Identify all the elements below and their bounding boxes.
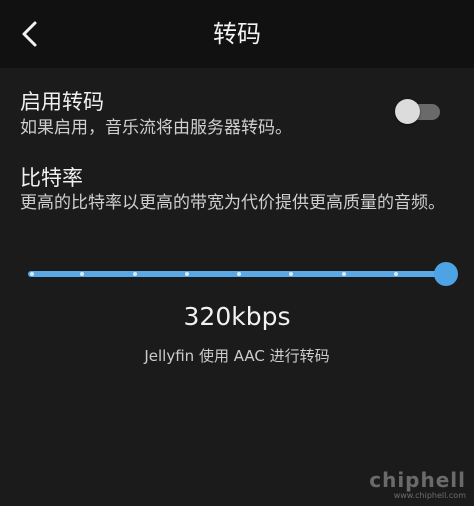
- slider-step-dot: [132, 272, 137, 276]
- slider-step-dot: [341, 272, 346, 276]
- slider-step-dot: [393, 272, 398, 276]
- transcode-setting-description: 如果启用，音乐流将由服务器转码。: [20, 118, 292, 138]
- page-title: 转码: [213, 20, 261, 48]
- watermark-url: www.chiphell.com: [393, 491, 466, 500]
- bitrate-setting-title: 比特率: [20, 166, 83, 190]
- slider-step-dot: [237, 272, 241, 276]
- bitrate-setting-description: 更高的比特率以更高的带宽为代价提供更高质量的音频。: [20, 193, 445, 213]
- toggle-thumb: [395, 99, 420, 124]
- slider-thumb[interactable]: [434, 262, 458, 286]
- transcode-setting-title: 启用转码: [20, 90, 104, 114]
- watermark: chiphell www.chiphell.com: [369, 469, 466, 500]
- bitrate-value: 320kbps: [183, 302, 291, 331]
- transcode-info-text: Jellyfin 使用 AAC 进行转码: [144, 347, 330, 365]
- transcode-toggle[interactable]: [395, 99, 440, 124]
- header-bar: 转码: [0, 0, 474, 68]
- watermark-logo: chiphell: [369, 468, 466, 492]
- bitrate-slider[interactable]: [28, 260, 458, 288]
- slider-step-dot: [30, 272, 34, 276]
- slider-step-dot: [184, 272, 189, 276]
